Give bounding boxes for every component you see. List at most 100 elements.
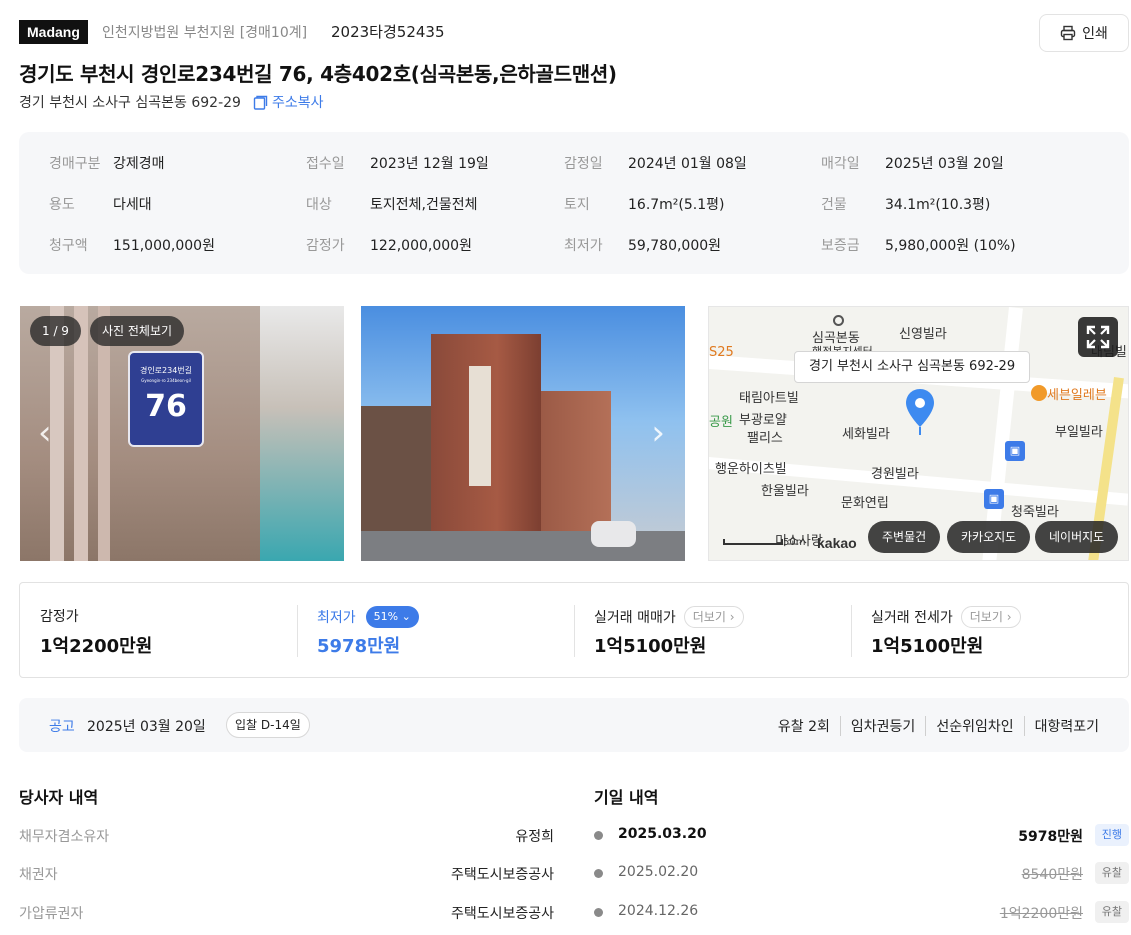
map-label: 부광로얄	[739, 413, 787, 428]
chevron-left-icon[interactable]: ‹	[38, 416, 52, 450]
notice-bar: 공고 2025년 03월 20일 입찰 D-14일 유찰 2회 임차권등기 선순…	[19, 698, 1129, 752]
timeline-dot	[594, 908, 603, 917]
property-photo-2[interactable]: ›	[361, 306, 685, 561]
party-role: 채권자	[19, 867, 58, 883]
map-label: 태림아트빌	[739, 391, 799, 406]
status-badge: 유찰	[1094, 862, 1129, 884]
print-label: 인쇄	[1082, 26, 1108, 42]
photo-counter: 1 / 9	[30, 316, 81, 346]
map-address-tooltip: 경기 부천시 소사구 심곡본동 692-29	[794, 351, 1031, 383]
auction-price: 5978만원	[1018, 829, 1083, 845]
price-summary: 감정가 1억2200만원 최저가 51% ⌄ 5978만원 실거래 매매가 더보…	[19, 582, 1129, 678]
bus-stop-icon: ▣	[984, 489, 1004, 509]
divider	[851, 605, 852, 657]
map-label: 행운하이츠빌	[715, 462, 787, 477]
parked-car	[591, 521, 636, 547]
building-sign	[469, 366, 491, 486]
party-name: 유정희	[515, 829, 554, 845]
print-button[interactable]: 인쇄	[1039, 14, 1129, 52]
sale-label-row: 실거래 매매가 더보기 ›	[594, 606, 744, 628]
auction-price: 1억2200만원	[999, 906, 1083, 922]
tag-senior-tenant: 선순위임차인	[925, 716, 1023, 736]
auction-date: 2025.03.20	[618, 826, 707, 842]
auction-date: 2025.02.20	[618, 864, 699, 880]
parties-title: 당사자 내역	[19, 788, 99, 807]
fullscreen-button[interactable]	[1078, 317, 1118, 357]
pipe	[74, 306, 88, 561]
kakao-map-button[interactable]: 카카오지도	[947, 521, 1031, 553]
chevron-right-icon[interactable]: ›	[651, 416, 665, 450]
store-icon	[1031, 385, 1047, 401]
map-label: 세화빌라	[842, 427, 890, 442]
tag-lease-registration: 임차권등기	[839, 716, 925, 736]
case-header: Madang 인천지방법원 부천지원 [경매10계] 2023타경52435 인…	[19, 14, 1129, 52]
jeonse-label: 실거래 전세가	[871, 610, 953, 626]
map-provider-logo: kakao	[817, 535, 857, 551]
notice-date: 2025년 03월 20일	[87, 719, 206, 735]
copy-address-button[interactable]: 주소복사	[253, 92, 324, 112]
minimum-value: 5978만원	[317, 636, 401, 657]
jeonse-value: 1억5100만원	[871, 636, 984, 657]
expand-icon	[1086, 325, 1110, 349]
chevron-double-down-icon: ⌄	[401, 610, 411, 623]
map-label: 부일빌라	[1055, 425, 1103, 440]
appraised-price: 감정가 1억2200만원	[20, 583, 298, 677]
property-photo-1[interactable]: 경인로234번길 Gyeongin-ro 234beon-gil 76 1 / …	[20, 306, 344, 561]
bus-stop-icon: ▣	[1005, 441, 1025, 461]
map-label: 세븐일레븐	[1047, 388, 1107, 403]
background-building	[260, 306, 344, 561]
dday-badge: 입찰 D-14일	[226, 712, 310, 738]
sign-street-roman: Gyeongin-ro 234beon-gil	[141, 378, 191, 383]
auction-date: 2024.12.26	[618, 903, 699, 919]
minimum-label-row: 최저가 51% ⌄	[317, 606, 419, 628]
lot-address: 경기 부천시 소사구 심곡본동 692-29	[19, 95, 241, 111]
location-map[interactable]: 심곡본동 행정복지센터 신영빌라 S25 태림아트빌 부광로얄 팰리스 세화빌라…	[708, 306, 1129, 561]
party-role: 채무자겸소유자	[19, 829, 110, 845]
street-number-sign: 경인로234번길 Gyeongin-ro 234beon-gil 76	[128, 351, 204, 447]
map-label: 공원	[709, 415, 733, 430]
notice-label: 공고	[49, 719, 75, 735]
map-label: S25	[709, 345, 734, 360]
dates-title: 기일 내역	[594, 788, 659, 807]
minimum-label: 최저가	[317, 610, 356, 626]
map-label: 경원빌라	[871, 467, 919, 482]
divider	[574, 605, 575, 657]
minimum-price: 최저가 51% ⌄ 5978만원	[297, 583, 575, 677]
map-label: 청죽빌라	[1011, 505, 1059, 520]
minimum-ratio-badge[interactable]: 51% ⌄	[365, 606, 419, 628]
brand-badge: Madang	[19, 20, 88, 44]
nearby-listings-button[interactable]: 주변물건	[868, 521, 941, 553]
jeonse-label-row: 실거래 전세가 더보기 ›	[871, 606, 1021, 628]
timeline-dot	[594, 831, 603, 840]
copy-address-label: 주소복사	[271, 95, 324, 111]
naver-map-button[interactable]: 네이버지도	[1035, 521, 1119, 553]
jeonse-price: 실거래 전세가 더보기 › 1억5100만원	[851, 583, 1129, 677]
map-pin-icon	[906, 389, 934, 435]
auction-price: 8540만원	[1021, 867, 1083, 883]
lot-address-row: 경기 부천시 소사구 심곡본동 692-29 주소복사	[19, 92, 323, 112]
case-number: 2023타경52435	[331, 23, 445, 41]
appraised-label: 감정가	[40, 609, 79, 625]
appraised-value: 1억2200만원	[40, 636, 153, 657]
jeonse-more-button[interactable]: 더보기 ›	[960, 606, 1021, 628]
party-role: 가압류권자	[19, 906, 84, 922]
view-all-photos-button[interactable]: 사진 전체보기	[90, 316, 185, 346]
sale-label: 실거래 매매가	[594, 610, 676, 626]
printer-icon	[1060, 25, 1076, 41]
court-name: 인천지방법원 부천지원 [경매10계]	[102, 25, 308, 41]
street	[361, 531, 685, 561]
chevron-right-icon: ›	[1006, 610, 1012, 624]
auction-summary: 경매구분 강제경매 접수일 2023년 12월 19일 감정일 2024년 01월 0…	[19, 132, 1129, 274]
place-dot-icon	[833, 315, 844, 326]
divider	[297, 605, 298, 657]
party-name: 주택도시보증공사	[450, 906, 554, 922]
timeline-dot	[594, 869, 603, 878]
map-label: 팰리스	[747, 431, 783, 446]
status-badge: 진행	[1094, 824, 1129, 846]
sale-more-button[interactable]: 더보기 ›	[683, 606, 744, 628]
sale-price: 실거래 매매가 더보기 › 1억5100만원	[574, 583, 852, 677]
map-label: 한울빌라	[761, 484, 809, 499]
party-name: 주택도시보증공사	[450, 867, 554, 883]
tag-waiver: 대항력포기	[1023, 716, 1099, 736]
map-label: 문화연립	[841, 496, 889, 511]
